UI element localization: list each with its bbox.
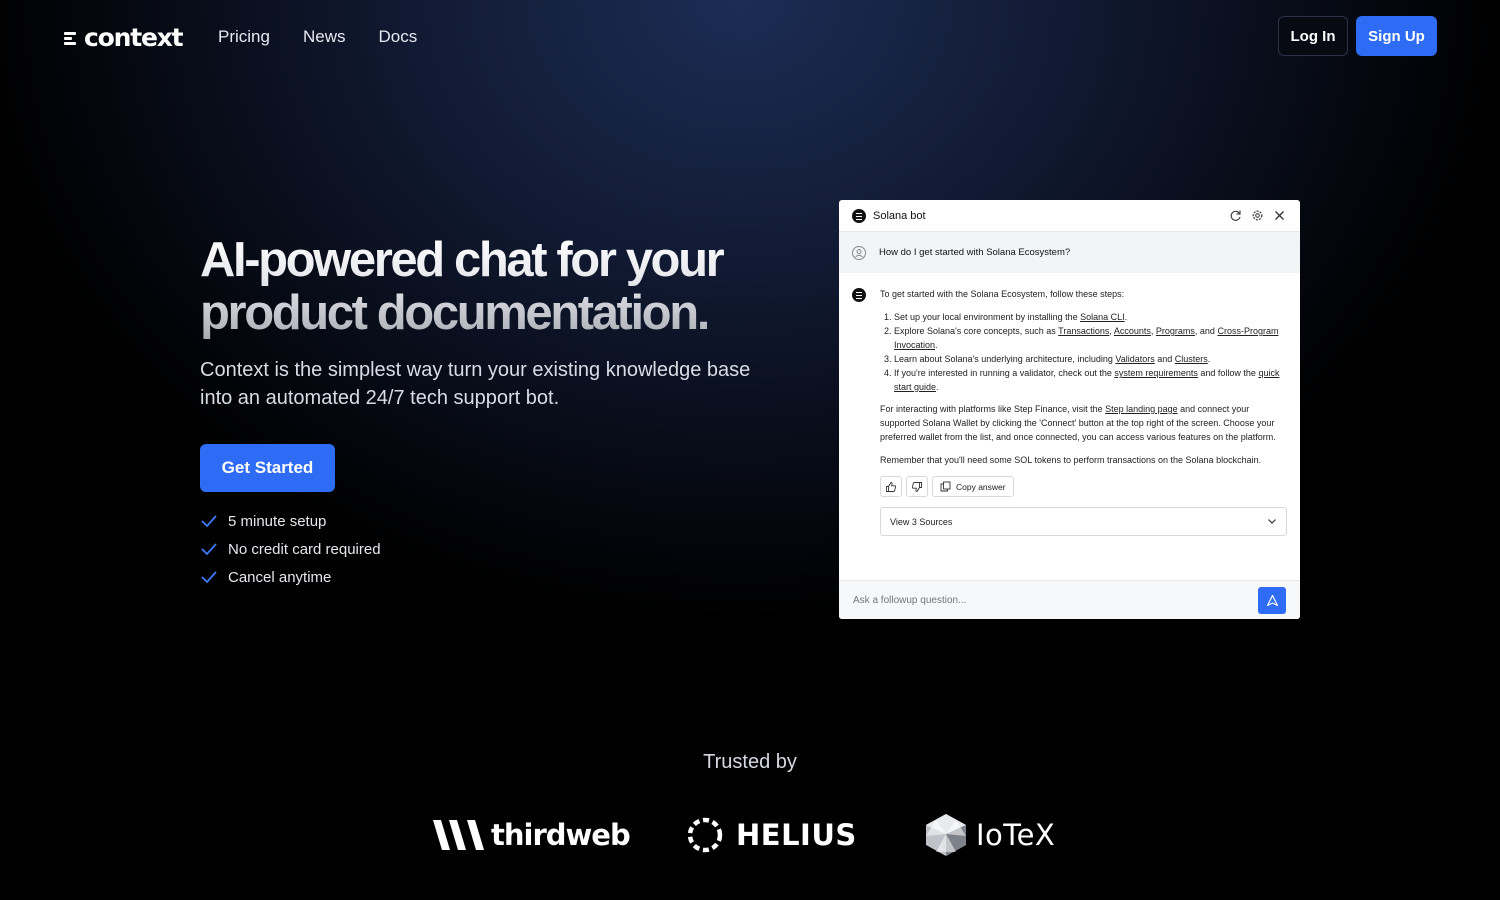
- refresh-icon[interactable]: [1229, 209, 1242, 222]
- answer-intro: To get started with the Solana Ecosystem…: [880, 289, 1125, 299]
- logo-mark-icon: [64, 30, 80, 46]
- customer-logos: thirdweb HELIUS IoTeX: [0, 812, 1500, 862]
- answer-link[interactable]: Validators: [1115, 354, 1154, 364]
- helius-logo-text: HELIUS: [736, 818, 857, 852]
- bot-answer: To get started with the Solana Ecosystem…: [839, 273, 1300, 536]
- helius-logo: HELIUS: [686, 816, 857, 854]
- feature-item: Cancel anytime: [200, 563, 381, 591]
- followup-input[interactable]: [853, 594, 1233, 606]
- trusted-by-heading: Trusted by: [703, 751, 797, 773]
- send-icon: [1266, 594, 1278, 607]
- hero-title-line-1: AI-powered chat for your: [200, 233, 723, 287]
- user-question-row: How do I get started with Solana Ecosyst…: [839, 232, 1300, 273]
- answer-link[interactable]: system requirements: [1114, 368, 1198, 378]
- feature-text: 5 minute setup: [228, 512, 327, 530]
- nav-links: Pricing News Docs: [218, 27, 450, 47]
- nav-link-docs[interactable]: Docs: [378, 27, 417, 47]
- get-started-button[interactable]: Get Started: [200, 444, 335, 492]
- thumbs-down-button[interactable]: [906, 476, 928, 497]
- answer-link[interactable]: Programs: [1156, 326, 1195, 336]
- thirdweb-logo: thirdweb: [433, 818, 631, 852]
- check-icon: [201, 571, 217, 584]
- hero-title-line-2: product documentation.: [200, 286, 708, 340]
- signup-button[interactable]: Sign Up: [1356, 16, 1437, 56]
- copy-answer-button[interactable]: Copy answer: [932, 476, 1014, 497]
- feature-text: Cancel anytime: [228, 568, 332, 586]
- chevron-down-icon: [1268, 519, 1276, 524]
- hero-title: AI-powered chat for your product documen…: [200, 234, 800, 340]
- feature-list: 5 minute setup No credit card required C…: [200, 507, 381, 591]
- gear-icon[interactable]: [1251, 209, 1264, 222]
- answer-step: Learn about Solana's underlying architec…: [894, 352, 1287, 366]
- view-sources-dropdown[interactable]: View 3 Sources: [880, 507, 1287, 536]
- answer-link[interactable]: Accounts: [1114, 326, 1151, 336]
- answer-link[interactable]: Step landing page: [1105, 404, 1178, 414]
- followup-bar: [839, 580, 1300, 619]
- bot-avatar-icon: [852, 288, 866, 302]
- thumbs-down-icon: [911, 481, 922, 492]
- thirdweb-mark-icon: [433, 820, 484, 850]
- chat-widget-preview: Solana bot How do I get started with Sol…: [839, 200, 1300, 619]
- feature-text: No credit card required: [228, 540, 381, 558]
- feedback-row: Copy answer: [880, 476, 1287, 497]
- answer-body: To get started with the Solana Ecosystem…: [880, 287, 1287, 467]
- answer-steps: Set up your local environment by install…: [880, 310, 1287, 394]
- user-question-text: How do I get started with Solana Ecosyst…: [879, 247, 1071, 258]
- answer-step: If you're interested in running a valida…: [894, 366, 1287, 394]
- feature-item: No credit card required: [200, 535, 381, 563]
- check-icon: [201, 515, 217, 528]
- chat-header-actions: [1229, 209, 1286, 222]
- hero-subtitle: Context is the simplest way turn your ex…: [200, 359, 751, 409]
- thumbs-up-button[interactable]: [880, 476, 902, 497]
- copy-answer-label: Copy answer: [956, 481, 1006, 492]
- thumbs-up-icon: [886, 481, 897, 492]
- answer-link[interactable]: Clusters: [1175, 354, 1208, 364]
- answer-step: Explore Solana's core concepts, such as …: [894, 324, 1287, 352]
- iotex-logo-text: IoTeX: [976, 818, 1056, 852]
- nav-link-pricing[interactable]: Pricing: [218, 27, 270, 47]
- answer-step: Set up your local environment by install…: [894, 310, 1287, 324]
- chat-title: Solana bot: [873, 209, 926, 222]
- answer-paragraph: For interacting with platforms like Step…: [880, 404, 1276, 442]
- copy-icon: [940, 481, 951, 492]
- iotex-logo: IoTeX: [922, 812, 1055, 858]
- login-button[interactable]: Log In: [1278, 16, 1348, 56]
- answer-link[interactable]: Solana CLI: [1080, 312, 1125, 322]
- bot-avatar-icon: [852, 208, 866, 223]
- helius-sun-icon: [687, 817, 723, 853]
- answer-link[interactable]: Transactions: [1058, 326, 1109, 336]
- close-icon[interactable]: [1273, 209, 1286, 222]
- send-button[interactable]: [1258, 587, 1286, 614]
- check-icon: [201, 543, 217, 556]
- answer-paragraph: Remember that you'll need some SOL token…: [880, 455, 1262, 465]
- logo-text: context: [84, 22, 184, 52]
- feature-item: 5 minute setup: [200, 507, 381, 535]
- view-sources-label: View 3 Sources: [890, 516, 953, 527]
- thirdweb-logo-text: thirdweb: [491, 818, 631, 852]
- user-avatar-icon: [852, 245, 866, 260]
- top-nav: context Pricing News Docs Log In Sign Up: [0, 0, 1500, 76]
- iotex-cube-icon: [926, 814, 966, 856]
- chat-header: Solana bot: [839, 200, 1300, 232]
- nav-link-news[interactable]: News: [303, 27, 346, 47]
- logo[interactable]: context: [64, 22, 184, 52]
